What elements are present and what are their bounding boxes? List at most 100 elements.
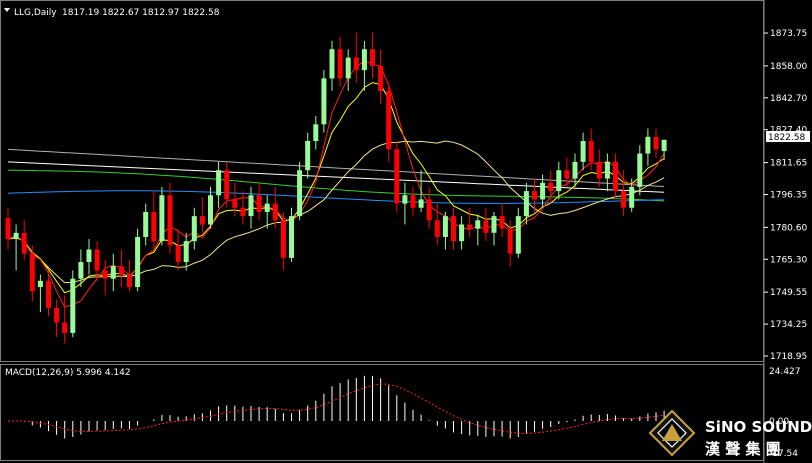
- price-chart-window[interactable]: 1873.75 1858.00 1842.70 1827.40 1811.65 1796.…: [0, 0, 812, 463]
- candle-body: [191, 216, 197, 242]
- candle-body: [588, 141, 594, 162]
- candle-body: [475, 220, 481, 229]
- candle-body: [532, 191, 537, 200]
- candle-body: [289, 216, 294, 258]
- price-tick-label: 1765.30: [770, 255, 807, 265]
- candle-body: [127, 274, 132, 288]
- candle-body: [118, 266, 124, 275]
- candle-body: [151, 211, 157, 242]
- candle-body: [70, 278, 76, 333]
- candle-body: [540, 182, 546, 200]
- candle-body: [329, 49, 335, 79]
- candle-body: [442, 216, 448, 237]
- candle-body: [159, 195, 165, 242]
- ohlc-readout: 1817.19 1822.67 1812.97 1822.58: [62, 8, 220, 18]
- candle-body: [337, 49, 343, 79]
- candle-body: [199, 216, 205, 225]
- candle-body: [37, 280, 43, 288]
- candle-body: [580, 141, 586, 162]
- candle-body: [637, 153, 643, 187]
- candle-body: [102, 270, 108, 279]
- candle-body: [653, 136, 659, 150]
- candle-body: [548, 182, 554, 192]
- candle-body: [21, 232, 27, 254]
- candle-body: [345, 57, 351, 79]
- candle-body: [86, 249, 92, 263]
- price-tick-label: 1811.65: [770, 159, 807, 169]
- candle-body: [499, 216, 505, 229]
- candle-body: [515, 216, 521, 254]
- candle-body: [613, 161, 618, 192]
- candle-body: [216, 170, 222, 196]
- candle-body: [596, 161, 602, 179]
- candle-body: [361, 49, 367, 71]
- sinosound-logo: [648, 409, 696, 457]
- candle-body: [572, 161, 578, 179]
- macd-label: MACD(12,26,9) 5.996 4.142: [5, 368, 131, 378]
- candle-body: [46, 280, 51, 308]
- candle-body: [224, 170, 230, 200]
- macd-histogram: [15, 375, 665, 439]
- candle-body: [459, 224, 465, 242]
- candle-body: [313, 124, 319, 142]
- main-panel-frame: [0, 0, 764, 362]
- candle-body: [305, 141, 311, 171]
- ma-red-line: [7, 60, 665, 308]
- candle-body: [370, 49, 375, 66]
- candle-body: [418, 199, 424, 208]
- symbol-label: LLG,Daily: [14, 8, 57, 18]
- candle-body: [410, 195, 416, 208]
- candle-body: [5, 218, 11, 240]
- macd-axis-max: 24.427: [769, 367, 801, 377]
- candle-body: [208, 195, 213, 225]
- candle-body: [143, 211, 149, 237]
- dropdown-triangle-icon[interactable]: [4, 8, 10, 12]
- price-tick-label: 1749.55: [770, 288, 807, 298]
- candle-body: [629, 186, 635, 208]
- macd-panel-frame: [0, 364, 764, 461]
- moving-averages: [7, 60, 665, 308]
- candle-body: [645, 136, 651, 154]
- candle-body: [62, 322, 68, 333]
- candle-body: [621, 191, 627, 208]
- ma-long-gray-line: [7, 148, 665, 187]
- macd-signal-line: [7, 383, 665, 434]
- price-tick-label: 1858.00: [770, 62, 807, 72]
- price-tick-label: 1796.35: [770, 191, 807, 201]
- candle-body: [556, 170, 562, 192]
- candle-body: [378, 65, 384, 91]
- candle-body: [54, 307, 60, 323]
- price-tick-label: 1842.70: [770, 94, 807, 104]
- candle-body: [264, 203, 270, 212]
- price-axis: 1873.751858.001842.701827.401811.651796.…: [764, 29, 807, 362]
- candle-body: [256, 195, 262, 212]
- candle-body: [604, 161, 610, 179]
- candle-body: [297, 170, 303, 217]
- candle-body: [167, 195, 173, 246]
- candle-body: [394, 149, 400, 204]
- candle-body: [175, 245, 181, 263]
- candle-body: [13, 232, 19, 240]
- chart-canvas[interactable]: 1873.751858.001842.701827.401811.651796.…: [0, 0, 812, 463]
- candle-body: [232, 199, 238, 208]
- candle-body: [321, 78, 327, 125]
- candle-body: [507, 228, 513, 254]
- candle-body: [523, 191, 529, 217]
- price-tick-label: 1718.95: [770, 352, 807, 362]
- candle-body: [386, 90, 392, 150]
- price-tick-label: 1734.25: [770, 320, 807, 330]
- watermark-chinese: 漢 聲 集 團: [705, 440, 781, 458]
- candle-body: [402, 195, 408, 204]
- candle-body: [248, 195, 254, 217]
- macd-signal: [7, 383, 665, 434]
- candle-body: [491, 216, 497, 233]
- watermark-brand: SiNO SOUND: [705, 418, 812, 436]
- candle-body: [483, 220, 489, 233]
- candle-body: [94, 249, 100, 271]
- current-price-value: 1822.58: [768, 133, 805, 143]
- candle-body: [240, 207, 246, 217]
- candle-body: [110, 266, 116, 279]
- candle-body: [29, 253, 35, 292]
- candle-body: [353, 57, 359, 71]
- candle-body: [272, 203, 278, 221]
